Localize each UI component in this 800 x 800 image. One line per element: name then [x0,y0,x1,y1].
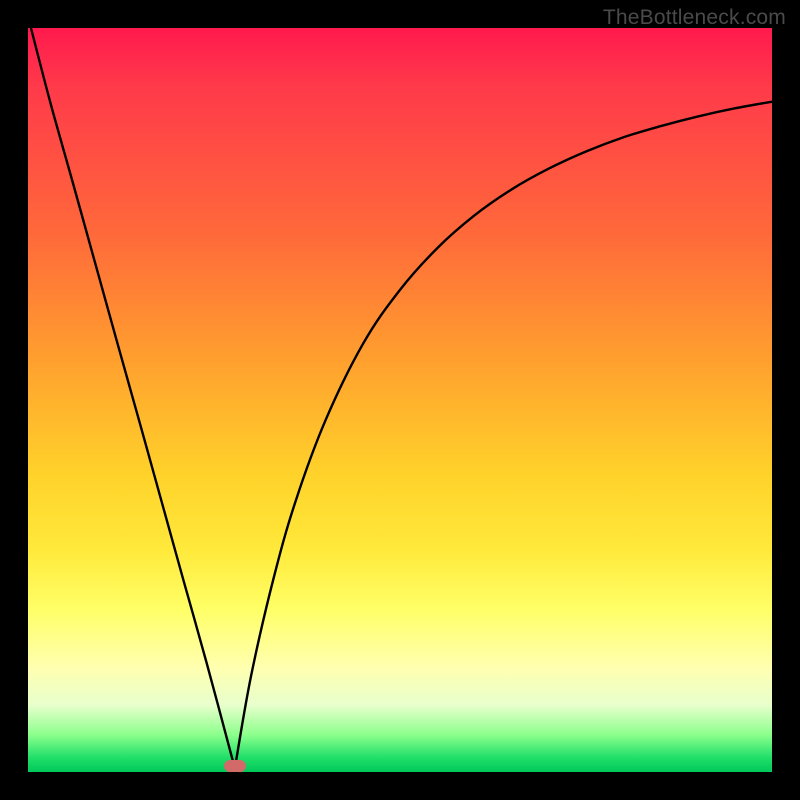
series-right-branch [235,102,772,769]
bottleneck-curve [28,28,772,772]
chart-frame: TheBottleneck.com [0,0,800,800]
minimum-marker [224,760,246,772]
watermark-text: TheBottleneck.com [603,6,786,30]
series-left-branch [31,28,235,768]
plot-area [28,28,772,772]
